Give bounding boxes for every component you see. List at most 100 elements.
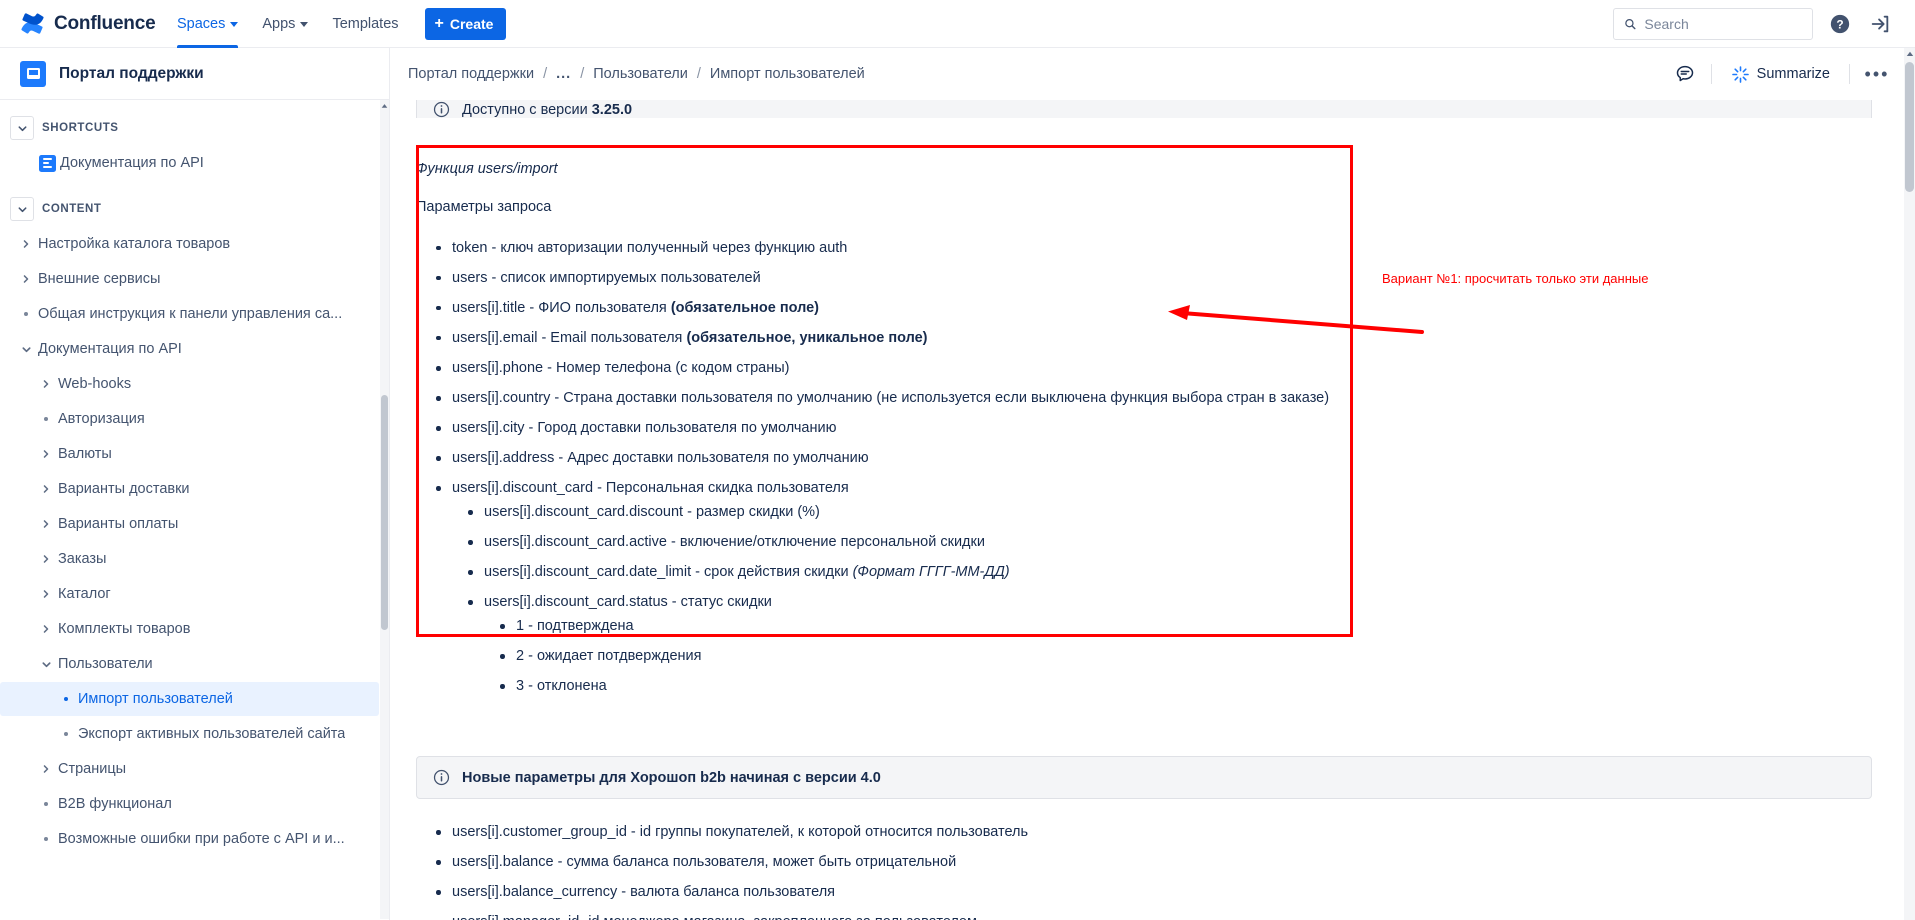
- login-button[interactable]: [1867, 11, 1893, 37]
- global-navigation-bar: Confluence Spaces Apps Templates + Creat…: [0, 0, 1915, 48]
- space-header[interactable]: Портал поддержки: [0, 48, 389, 100]
- chevron-right-icon: [43, 590, 49, 598]
- nav-item-spaces[interactable]: Spaces: [165, 0, 250, 48]
- chevron-right-icon: [43, 380, 49, 388]
- divider: [1849, 64, 1850, 84]
- sidebar-item-import-users[interactable]: Импорт пользователей: [0, 682, 379, 716]
- sidebar-item-label: Каталог: [58, 586, 111, 602]
- breadcrumb-separator: /: [580, 66, 585, 82]
- sidebar-item-label: Возможные ошибки при работе с API и и...: [58, 831, 345, 847]
- list-item: users - список импортируемых пользовател…: [436, 265, 1900, 292]
- sidebar-item-general-instruction[interactable]: Общая инструкция к панели управления са.…: [0, 297, 381, 331]
- sidebar-tree: SHORTCUTS Документация по API CONTENT На…: [0, 100, 389, 919]
- sidebar-item-catalog[interactable]: Каталог: [0, 577, 381, 611]
- breadcrumb-item-space[interactable]: Портал поддержки: [408, 66, 534, 82]
- list-item: 1 - подтверждена: [500, 613, 1900, 640]
- confluence-brand-text: Confluence: [54, 12, 156, 34]
- sidebar-item-product-kits[interactable]: Комплекты товаров: [0, 612, 381, 646]
- sidebar-item-external-services[interactable]: Внешние сервисы: [0, 262, 381, 296]
- scroll-up-arrow-icon[interactable]: [380, 100, 389, 112]
- sidebar-item-api-errors[interactable]: Возможные ошибки при работе с API и и...: [0, 822, 381, 856]
- list-item: 3 - отклонена: [500, 673, 1900, 700]
- sidebar-item-label: Варианты оплаты: [58, 516, 179, 532]
- sidebar-item-orders[interactable]: Заказы: [0, 542, 381, 576]
- sidebar-item-payment-options[interactable]: Варианты оплаты: [0, 507, 381, 541]
- sidebar-item-label: Настройка каталога товаров: [38, 236, 231, 252]
- breadcrumb-separator: /: [543, 66, 548, 82]
- sidebar-item-api-documentation-shortcut[interactable]: Документация по API: [0, 146, 381, 180]
- breadcrumb-overflow-button[interactable]: ...: [556, 66, 571, 82]
- sidebar-item-label: Заказы: [58, 551, 107, 567]
- param-text: 1 - подтверждена: [516, 618, 634, 635]
- section-collapse-toggle[interactable]: [10, 116, 34, 140]
- b2b-banner-text: Новые параметры для Хорошоп b2b начиная …: [462, 769, 881, 786]
- sidebar-item-label: Документация по API: [60, 155, 204, 171]
- breadcrumb-item-users[interactable]: Пользователи: [593, 66, 688, 82]
- param-text: users[i].discount_card - Персональная ск…: [452, 480, 849, 497]
- content-scrollbar-thumb[interactable]: [1905, 62, 1914, 192]
- param-emphasis: (обязательное, уникальное поле): [686, 329, 928, 346]
- sidebar-item-authorization[interactable]: Авторизация: [0, 402, 381, 436]
- sidebar-item-label: B2B функционал: [58, 796, 172, 812]
- sidebar-item-export-active-users[interactable]: Экспорт активных пользователей сайта: [0, 717, 381, 751]
- create-button-label: Create: [449, 15, 494, 32]
- create-button[interactable]: + Create: [424, 7, 507, 40]
- sidebar-item-delivery-options[interactable]: Варианты доставки: [0, 472, 381, 506]
- b2b-params-list: users[i].customer_group_id - id группы п…: [416, 819, 1900, 920]
- chevron-down-icon: [41, 661, 51, 667]
- list-item: users[i].phone - Номер телефона (с кодом…: [436, 355, 1900, 382]
- help-circle-icon: ?: [1830, 14, 1850, 33]
- summarize-label: Summarize: [1756, 66, 1830, 82]
- sidebar-item-catalog-setup[interactable]: Настройка каталога товаров: [0, 227, 381, 261]
- breadcrumb-item-current-page[interactable]: Импорт пользователей: [710, 66, 865, 82]
- help-button[interactable]: ?: [1827, 11, 1853, 37]
- list-item: users[i].city - Город доставки пользоват…: [436, 415, 1900, 442]
- chevron-right-icon: [43, 625, 49, 633]
- list-item: users[i].manager_id- id менеджера магази…: [452, 909, 1900, 920]
- section-label-shortcuts: SHORTCUTS: [42, 122, 119, 134]
- param-text: users[i].discount_card.active - включени…: [484, 534, 985, 551]
- more-actions-button[interactable]: •••: [1863, 60, 1891, 88]
- list-item: users[i].discount_card.discount - размер…: [468, 499, 1900, 526]
- sidebar-item-api-documentation[interactable]: Документация по API: [0, 332, 381, 366]
- breadcrumb: Портал поддержки / ... / Пользователи / …: [390, 66, 865, 82]
- list-item: users[i].title - ФИО пользователя (обяза…: [436, 295, 1900, 322]
- section-collapse-toggle[interactable]: [10, 197, 34, 221]
- param-text: users - список импортируемых пользовател…: [452, 269, 761, 286]
- chevron-right-icon: [43, 520, 49, 528]
- sidebar-item-label: Авторизация: [58, 411, 145, 427]
- global-nav-right-cluster: ?: [1613, 7, 1915, 40]
- search-input[interactable]: [1644, 15, 1802, 32]
- sidebar-scrollbar-thumb[interactable]: [381, 395, 388, 630]
- sidebar-item-b2b-functionality[interactable]: B2B функционал: [0, 787, 381, 821]
- list-item: users[i].discount_card.active - включени…: [468, 529, 1900, 556]
- list-item: 2 - ожидает потдверждения: [500, 643, 1900, 670]
- scroll-up-arrow-icon[interactable]: [1905, 48, 1914, 60]
- confluence-logo-link[interactable]: Confluence: [0, 11, 165, 36]
- sidebar-item-users[interactable]: Пользователи: [0, 647, 381, 681]
- sidebar-item-currencies[interactable]: Валюты: [0, 437, 381, 471]
- param-format-note: (Формат ГГГГ-ММ-ДД): [852, 564, 1010, 581]
- comment-button[interactable]: [1672, 61, 1698, 87]
- breadcrumb-separator: /: [696, 66, 701, 82]
- sidebar-item-pages[interactable]: Страницы: [0, 752, 381, 786]
- bullet-dot-icon: [44, 837, 48, 841]
- bullet-dot-icon: [44, 417, 48, 421]
- param-text: users[i].country - Страна доставки польз…: [452, 390, 1330, 407]
- content-scrollbar[interactable]: [1904, 48, 1915, 920]
- sidebar-item-web-hooks[interactable]: Web-hooks: [0, 367, 381, 401]
- chevron-down-icon: [21, 346, 31, 352]
- confluence-logo-icon: [21, 13, 44, 34]
- nav-item-apps[interactable]: Apps: [250, 0, 320, 48]
- nav-item-apps-label: Apps: [262, 15, 296, 32]
- search-box[interactable]: [1613, 7, 1813, 40]
- chevron-right-icon: [43, 485, 49, 493]
- sidebar-scrollbar[interactable]: [380, 100, 389, 919]
- chevron-down-icon: [300, 22, 309, 27]
- list-item: users[i].customer_group_id - id группы п…: [436, 819, 1900, 846]
- plus-icon: +: [434, 14, 444, 32]
- bullet-dot-icon: [44, 802, 48, 806]
- param-text: users[i].discount_card.status - статус с…: [484, 594, 772, 611]
- summarize-button[interactable]: Summarize: [1725, 59, 1836, 89]
- nav-item-templates[interactable]: Templates: [320, 0, 410, 48]
